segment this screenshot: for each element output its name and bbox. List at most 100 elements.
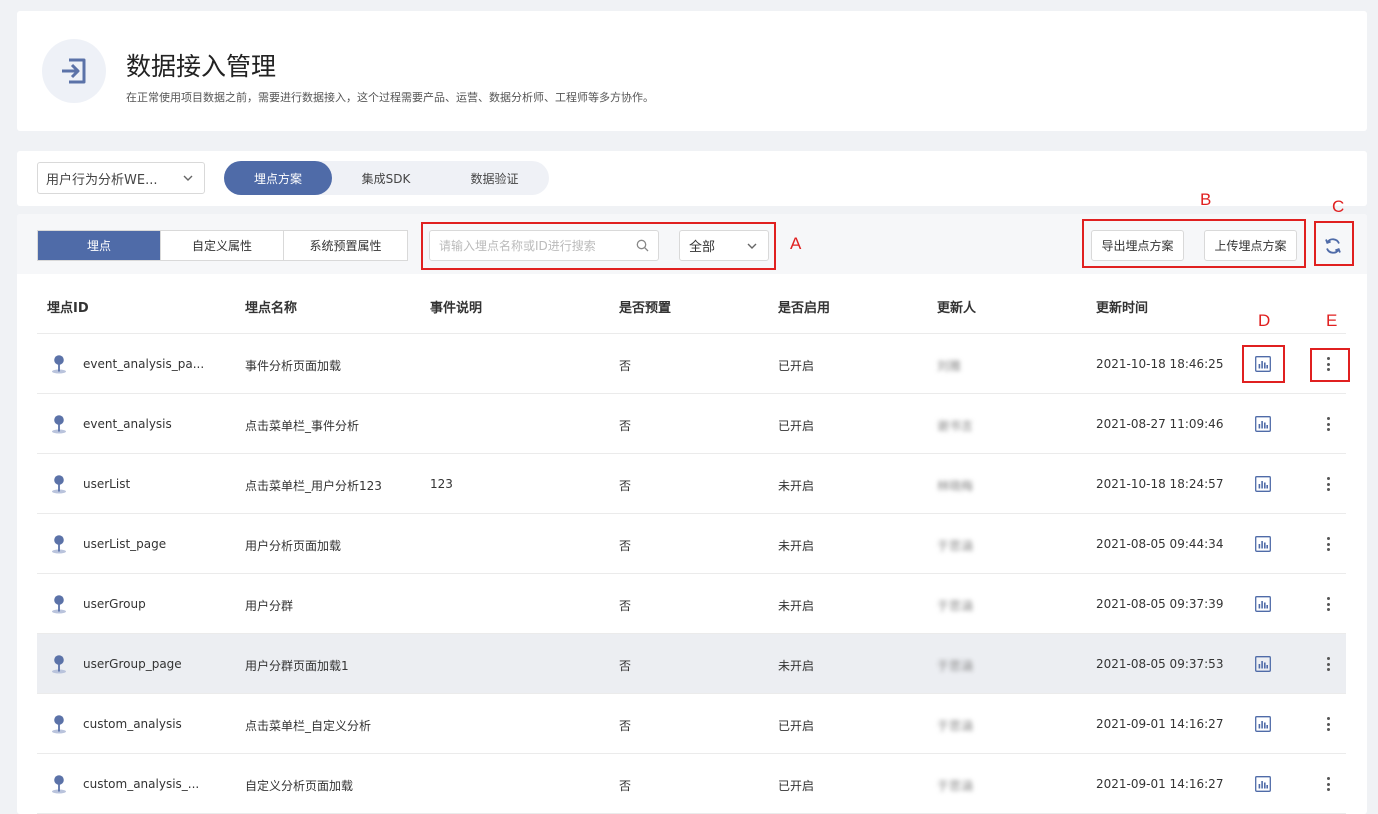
cell-update-time: 2021-08-27 11:09:46 [1096,417,1224,431]
cell-enabled: 未开启 [778,599,815,613]
location-pin-icon [52,475,66,494]
table-header: 埋点ID 埋点名称 事件说明 是否预置 是否启用 更新人 更新时间 [37,274,1346,334]
tab-events[interactable]: 埋点 [38,231,161,260]
cell-update-time: 2021-10-18 18:46:25 [1096,357,1224,371]
cell-preset: 否 [619,539,632,553]
more-vertical-icon[interactable] [1324,596,1332,612]
cell-updater: 于思涵 [937,779,974,793]
cell-preset: 否 [619,419,632,433]
cell-enabled: 已开启 [778,419,815,433]
cell-preset: 否 [619,779,632,793]
cell-preset: 否 [619,599,632,613]
cell-update-time: 2021-09-01 14:16:27 [1096,777,1224,791]
cell-event-name: 点击菜单栏_用户分析123 [245,479,382,493]
column-header[interactable]: 埋点ID [47,297,89,316]
cell-event-name: 点击菜单栏_事件分析 [245,419,360,433]
annotation-label-b: B [1200,190,1212,209]
cell-event-name: 用户分群页面加载1 [245,659,349,673]
bar-chart-icon[interactable] [1255,476,1271,492]
tab-custom-props[interactable]: 自定义属性 [161,231,284,260]
location-pin-icon [52,535,66,554]
cell-updater: 于思涵 [937,719,974,733]
cell-event-id: userGroup [83,597,146,611]
cell-preset: 否 [619,359,632,373]
table-row[interactable]: custom_analysis 点击菜单栏_自定义分析 否 已开启 于思涵 20… [37,694,1346,754]
login-arrow-icon [42,39,106,103]
cell-updater: 谢书言 [937,419,974,433]
page-title: 数据接入管理 [126,52,277,81]
table-row[interactable]: event_analysis 点击菜单栏_事件分析 否 已开启 谢书言 2021… [37,394,1346,454]
bar-chart-icon[interactable] [1255,596,1271,612]
annotation-box-b [1082,219,1306,268]
more-vertical-icon[interactable] [1324,656,1332,672]
location-pin-icon [52,715,66,734]
location-pin-icon [52,415,66,434]
tab-preset-props[interactable]: 系统预置属性 [284,231,407,260]
cell-update-time: 2021-10-18 18:24:57 [1096,477,1224,491]
cell-enabled: 已开启 [778,779,815,793]
more-vertical-icon[interactable] [1324,716,1332,732]
cell-event-id: custom_analysis_... [83,777,200,791]
cell-event-name: 事件分析页面加载 [245,359,342,373]
chevron-down-icon [183,175,193,181]
tab-data-verify[interactable]: 数据验证 [440,161,549,195]
cell-update-time: 2021-08-05 09:37:53 [1096,657,1224,671]
column-header[interactable]: 是否预置 [619,297,671,316]
more-vertical-icon[interactable] [1324,476,1332,492]
cell-event-name: 用户分群 [245,599,294,613]
bar-chart-icon[interactable] [1255,716,1271,732]
cell-event-name: 用户分析页面加载 [245,539,342,553]
cell-update-time: 2021-09-01 14:16:27 [1096,717,1224,731]
main-card: 埋点 自定义属性 系统预置属性 全部 导出埋点方案 上传埋点方案 埋点ID 埋点… [17,214,1367,814]
annotation-box-e [1310,348,1350,382]
column-header[interactable]: 事件说明 [430,297,482,316]
tab-integrate-sdk[interactable]: 集成SDK [332,161,440,195]
table-row[interactable]: event_analysis_pa... 事件分析页面加载 否 已开启 刘雅 2… [37,334,1346,394]
cell-preset: 否 [619,479,632,493]
cell-event-name: 点击菜单栏_自定义分析 [245,719,372,733]
location-pin-icon [52,355,66,374]
location-pin-icon [52,595,66,614]
project-select[interactable]: 用户行为分析WE... [37,162,205,194]
column-header[interactable]: 更新人 [937,297,976,316]
cell-event-id: userList_page [83,537,167,551]
cell-enabled: 未开启 [778,659,815,673]
main-tabs: 埋点方案 集成SDK 数据验证 [224,161,549,195]
tab-tracking-plan[interactable]: 埋点方案 [224,161,332,195]
more-vertical-icon[interactable] [1324,536,1332,552]
annotation-label-e: E [1326,311,1338,330]
table-row[interactable]: custom_analysis_... 自定义分析页面加载 否 已开启 于思涵 … [37,754,1346,814]
cell-enabled: 未开启 [778,479,815,493]
annotation-label-d: D [1258,311,1271,330]
page-subtitle: 在正常使用项目数据之前，需要进行数据接入，这个过程需要产品、运营、数据分析师、工… [126,91,654,104]
location-pin-icon [52,775,66,794]
cell-enabled: 未开启 [778,539,815,553]
column-header[interactable]: 更新时间 [1096,297,1148,316]
cell-enabled: 已开启 [778,359,815,373]
bar-chart-icon[interactable] [1255,776,1271,792]
bar-chart-icon[interactable] [1255,416,1271,432]
more-vertical-icon[interactable] [1324,416,1332,432]
more-vertical-icon[interactable] [1324,776,1332,792]
bar-chart-icon[interactable] [1255,536,1271,552]
cell-enabled: 已开启 [778,719,815,733]
location-pin-icon [52,655,66,674]
cell-updater: 于思涵 [937,599,974,613]
cell-description: 123 [430,477,453,491]
cell-updater: 于思涵 [937,539,974,553]
annotation-box-a [421,222,776,270]
bar-chart-icon[interactable] [1255,656,1271,672]
cell-updater: 刘雅 [937,359,962,373]
table-row[interactable]: userGroup 用户分群 否 未开启 于思涵 2021-08-05 09:3… [37,574,1346,634]
project-select-value: 用户行为分析WE... [46,172,158,188]
cell-event-id: userList [83,477,131,491]
column-header[interactable]: 是否启用 [778,297,830,316]
column-header[interactable]: 埋点名称 [245,297,297,316]
table-row[interactable]: userGroup_page 用户分群页面加载1 否 未开启 于思涵 2021-… [37,634,1346,694]
cell-updater: 于思涵 [937,659,974,673]
table-row[interactable]: userList 点击菜单栏_用户分析123 123 否 未开启 林晓梅 202… [37,454,1346,514]
cell-event-id: userGroup_page [83,657,182,671]
cell-update-time: 2021-08-05 09:44:34 [1096,537,1224,551]
annotation-label-c: C [1332,197,1345,216]
table-row[interactable]: userList_page 用户分析页面加载 否 未开启 于思涵 2021-08… [37,514,1346,574]
